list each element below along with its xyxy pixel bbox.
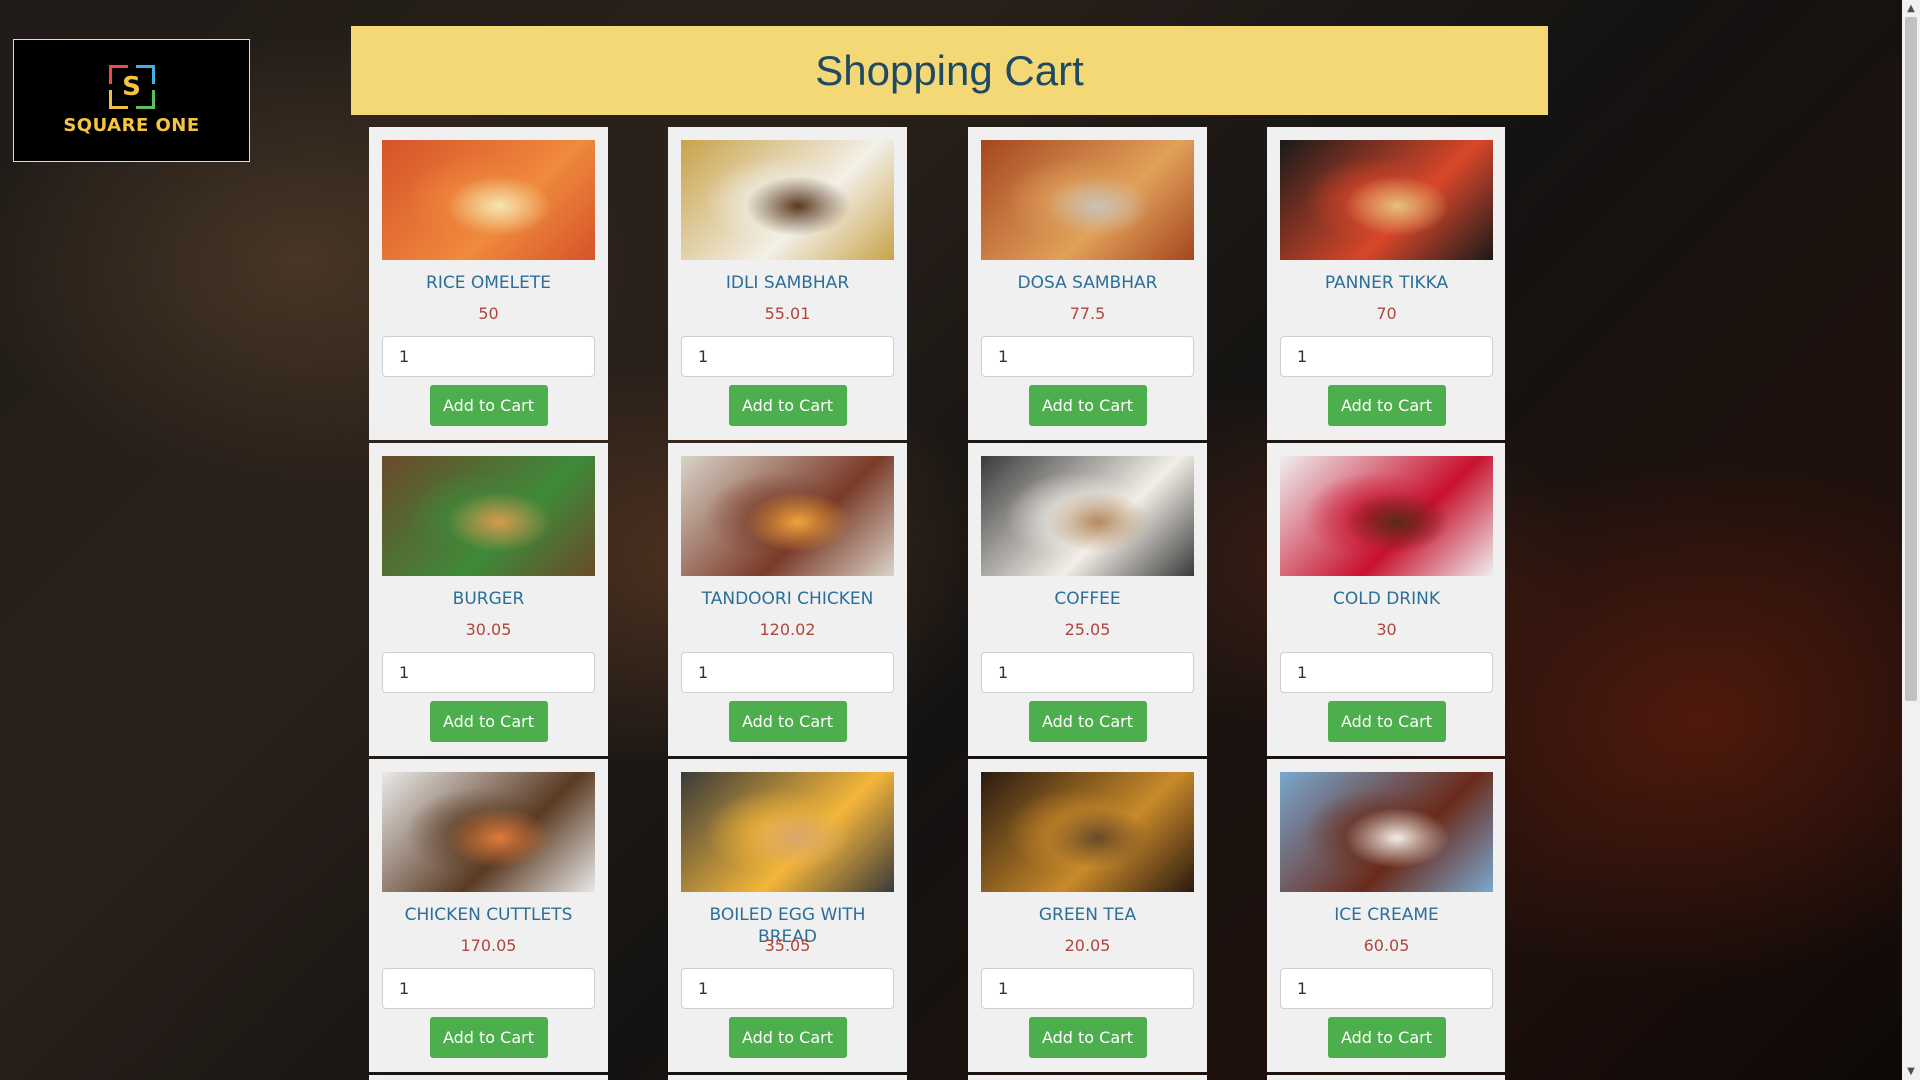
product-name: TANDOORI CHICKEN [701, 589, 874, 609]
product-card: PANNER TIKKA 70 Add to Cart [1267, 127, 1505, 440]
product-image [681, 456, 894, 576]
quantity-input[interactable] [382, 968, 595, 1009]
product-name: BURGER [452, 589, 525, 609]
square-one-logo[interactable]: S SQUARE ONE [13, 39, 250, 162]
product-image [981, 140, 1194, 260]
product-card-partial [369, 1075, 608, 1080]
add-to-cart-button[interactable]: Add to Cart [728, 701, 847, 742]
add-to-cart-button[interactable]: Add to Cart [429, 385, 548, 426]
quantity-input[interactable] [382, 652, 595, 693]
add-to-cart-button[interactable]: Add to Cart [1028, 385, 1147, 426]
logo-text: SQUARE ONE [63, 115, 200, 136]
product-name: IDLI SAMBHAR [725, 273, 850, 293]
product-price: 120.02 [759, 620, 816, 639]
product-price: 30 [1376, 620, 1397, 639]
product-image [981, 456, 1194, 576]
quantity-input[interactable] [681, 652, 894, 693]
product-name: GREEN TEA [1038, 905, 1137, 925]
product-card: BOILED EGG WITH BREAD35.05 Add to Cart [668, 759, 907, 1072]
product-card: IDLI SAMBHAR 55.01 Add to Cart [668, 127, 907, 440]
product-price: 55.01 [764, 304, 811, 323]
quantity-input[interactable] [681, 968, 894, 1009]
quantity-input[interactable] [382, 336, 595, 377]
scroll-thumb[interactable] [1905, 17, 1917, 701]
add-to-cart-button[interactable]: Add to Cart [728, 1017, 847, 1058]
page-header: Shopping Cart [351, 26, 1548, 115]
product-name: CHICKEN CUTTLETS [404, 905, 573, 925]
product-grid: RICE OMELETE 50 Add to Cart IDLI SAMBHAR 55.… [369, 127, 1505, 1080]
logo-mark-letter: S [122, 72, 141, 102]
product-card: RICE OMELETE 50 Add to Cart [369, 127, 608, 440]
add-to-cart-button[interactable]: Add to Cart [429, 701, 548, 742]
quantity-input[interactable] [981, 968, 1194, 1009]
product-price: 60.05 [1363, 936, 1410, 955]
product-card: DOSA SAMBHAR 77.5 Add to Cart [968, 127, 1207, 440]
product-name: ICE CREAME [1334, 905, 1439, 925]
scroll-down-icon[interactable]: ▼ [1902, 1063, 1920, 1080]
product-card: CHICKEN CUTTLETS 170.05 Add to Cart [369, 759, 608, 1072]
product-name: COLD DRINK [1333, 589, 1440, 609]
product-image [1280, 456, 1493, 576]
quantity-input[interactable] [1280, 336, 1493, 377]
scroll-up-icon[interactable]: ▲ [1902, 0, 1920, 17]
add-to-cart-button[interactable]: Add to Cart [1327, 385, 1446, 426]
product-price: 170.05 [460, 936, 517, 955]
product-name: RICE OMELETE [426, 273, 551, 293]
add-to-cart-button[interactable]: Add to Cart [728, 385, 847, 426]
product-card-partial [1267, 1075, 1505, 1080]
quantity-input[interactable] [1280, 968, 1493, 1009]
quantity-input[interactable] [681, 336, 894, 377]
product-price: 77.5 [1069, 304, 1106, 323]
product-image [1280, 772, 1493, 892]
product-card-partial [968, 1075, 1207, 1080]
product-card: GREEN TEA 20.05 Add to Cart [968, 759, 1207, 1072]
product-name: BOILED EGG WITH BREAD [709, 905, 866, 947]
product-image [1280, 140, 1493, 260]
product-name: COFFEE [1054, 589, 1121, 609]
product-price: 30.05 [465, 620, 512, 639]
product-card-partial [668, 1075, 907, 1080]
product-image [681, 140, 894, 260]
product-image [382, 772, 595, 892]
product-image [681, 772, 894, 892]
product-card: TANDOORI CHICKEN 120.02 Add to Cart [668, 443, 907, 756]
vertical-scrollbar[interactable]: ▲ ▼ [1902, 0, 1920, 1080]
product-price: 35.05 [764, 936, 811, 955]
quantity-input[interactable] [981, 336, 1194, 377]
add-to-cart-button[interactable]: Add to Cart [1327, 701, 1446, 742]
product-image [382, 456, 595, 576]
quantity-input[interactable] [981, 652, 1194, 693]
product-price: 70 [1376, 304, 1397, 323]
add-to-cart-button[interactable]: Add to Cart [1028, 1017, 1147, 1058]
add-to-cart-button[interactable]: Add to Cart [1028, 701, 1147, 742]
product-card: COLD DRINK 30 Add to Cart [1267, 443, 1505, 756]
page-title: Shopping Cart [815, 46, 1084, 94]
add-to-cart-button[interactable]: Add to Cart [429, 1017, 548, 1058]
product-image [981, 772, 1194, 892]
product-price: 20.05 [1064, 936, 1111, 955]
logo-mark-icon: S [108, 65, 155, 109]
add-to-cart-button[interactable]: Add to Cart [1327, 1017, 1446, 1058]
product-price: 25.05 [1064, 620, 1111, 639]
quantity-input[interactable] [1280, 652, 1493, 693]
product-name: PANNER TIKKA [1324, 273, 1449, 293]
product-card: BURGER 30.05 Add to Cart [369, 443, 608, 756]
product-price: 50 [478, 304, 499, 323]
product-name: DOSA SAMBHAR [1017, 273, 1158, 293]
product-card: COFFEE 25.05 Add to Cart [968, 443, 1207, 756]
product-card: ICE CREAME 60.05 Add to Cart [1267, 759, 1505, 1072]
product-image [382, 140, 595, 260]
